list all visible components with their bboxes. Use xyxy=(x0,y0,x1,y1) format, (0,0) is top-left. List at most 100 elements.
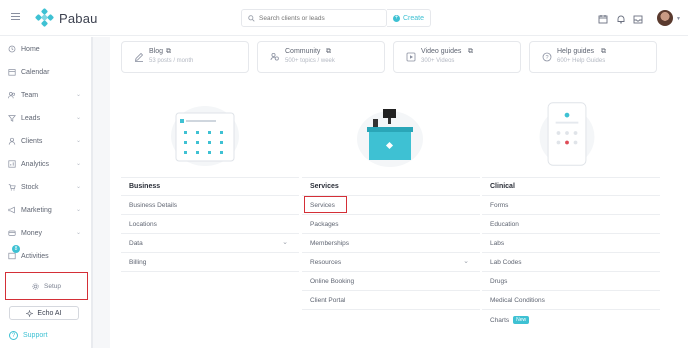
sidebar-item-clients[interactable]: Clients ⌄ xyxy=(0,134,91,148)
create-label: Create xyxy=(402,14,424,22)
sidebar-item-money[interactable]: Money ⌄ xyxy=(0,226,91,240)
sidebar-item-label: Calendar xyxy=(21,68,50,76)
user-avatar[interactable] xyxy=(657,10,673,26)
support-label: Support xyxy=(23,332,48,339)
menu-item-packages[interactable]: Packages xyxy=(302,215,480,234)
sidebar-item-leads[interactable]: Leads ⌄ xyxy=(0,111,91,125)
community-card[interactable]: Community ⧉ 500+ topics / week xyxy=(257,41,385,73)
sidebar-item-calendar[interactable]: Calendar xyxy=(0,65,91,79)
pabau-logo-icon xyxy=(34,7,55,28)
stock-icon xyxy=(8,183,16,191)
menu-item-client-portal[interactable]: Client Portal xyxy=(302,291,480,310)
pencil-icon xyxy=(134,52,144,62)
menu-item-online-booking[interactable]: Online Booking xyxy=(302,272,480,291)
menu-item-labs[interactable]: Labs xyxy=(482,234,660,253)
sidebar-item-stock[interactable]: Stock ⌄ xyxy=(0,180,91,194)
section-title: Services xyxy=(302,177,480,196)
card-subtitle: 600+ Help Guides xyxy=(557,58,606,64)
menu-item-medical-conditions[interactable]: Medical Conditions xyxy=(482,291,660,310)
business-illustration xyxy=(171,106,239,166)
sidebar-item-label: Clients xyxy=(21,137,43,145)
menu-item-locations[interactable]: Locations xyxy=(121,215,299,234)
inbox-icon[interactable] xyxy=(633,14,643,24)
section-title: Business xyxy=(121,177,299,196)
sidebar-item-label: Stock xyxy=(21,183,39,191)
svg-text:?: ? xyxy=(545,55,548,61)
leads-icon xyxy=(8,114,16,122)
chevron-down-icon[interactable]: ⌄ xyxy=(76,206,81,213)
brand-name: Pabau xyxy=(59,10,98,26)
help-circle-icon: ? xyxy=(9,331,18,340)
sidebar-item-home[interactable]: Home xyxy=(0,42,91,56)
clinical-illustration xyxy=(539,102,595,166)
menu-item-forms[interactable]: Forms xyxy=(482,196,660,215)
menu-item-business-details[interactable]: Business Details xyxy=(121,196,299,215)
search-icon xyxy=(248,14,255,22)
caret-down-icon[interactable]: ▼ xyxy=(676,16,681,22)
sidebar-item-label: Home xyxy=(21,45,40,53)
support-link[interactable]: ? Support xyxy=(9,331,48,340)
menu-item-drugs[interactable]: Drugs xyxy=(482,272,660,291)
chevron-down-icon[interactable]: ⌄ xyxy=(76,183,81,190)
chevron-down-icon[interactable]: ⌄ xyxy=(76,229,81,236)
card-title: Blog xyxy=(149,48,164,55)
sidebar-item-label: Marketing xyxy=(21,206,52,214)
video-icon xyxy=(406,52,416,62)
card-title: Help guides xyxy=(557,48,594,55)
sidebar-item-label: Activities xyxy=(21,252,49,260)
new-badge: New xyxy=(513,316,530,324)
card-title: Community xyxy=(285,48,321,55)
logo[interactable]: Pabau xyxy=(34,7,98,28)
menu-item-charts[interactable]: Charts New xyxy=(482,310,660,329)
card-title: Video guides xyxy=(421,48,462,55)
section-title: Clinical xyxy=(482,177,660,196)
create-button[interactable]: + Create xyxy=(387,9,431,27)
business-section: Business Business Details Locations Data… xyxy=(121,177,299,272)
chevron-down-icon[interactable]: ⌄ xyxy=(282,238,288,246)
marketing-icon xyxy=(8,206,16,214)
blog-card[interactable]: Blog ⧉ 53 posts / month xyxy=(121,41,249,73)
help-guides-card[interactable]: ? Help guides ⧉ 600+ Help Guides xyxy=(529,41,657,73)
sidebar-item-marketing[interactable]: Marketing ⌄ xyxy=(0,203,91,217)
menu-item-lab-codes[interactable]: Lab Codes xyxy=(482,253,660,272)
chevron-down-icon[interactable]: ⌄ xyxy=(76,114,81,121)
menu-item-billing[interactable]: Billing xyxy=(121,253,299,272)
card-subtitle: 300+ Videos xyxy=(421,58,455,64)
services-illustration xyxy=(357,109,423,167)
home-icon xyxy=(8,45,16,53)
bell-icon[interactable] xyxy=(616,14,626,24)
chevron-down-icon[interactable]: ⌄ xyxy=(463,257,469,265)
clients-icon xyxy=(8,137,16,145)
echo-ai-label: Echo AI xyxy=(37,309,62,317)
activities-icon xyxy=(8,252,16,260)
sidebar-divider xyxy=(93,37,110,348)
external-link-icon: ⧉ xyxy=(326,48,331,55)
external-link-icon: ⧉ xyxy=(166,48,171,55)
help-icon: ? xyxy=(542,52,552,62)
activities-count-badge: 8 xyxy=(12,245,20,253)
sidebar-item-setup[interactable]: Setup xyxy=(5,272,88,300)
menu-item-data[interactable]: Data ⌄ xyxy=(121,234,299,253)
analytics-icon xyxy=(8,160,16,168)
chevron-down-icon[interactable]: ⌄ xyxy=(76,137,81,144)
external-link-icon: ⧉ xyxy=(468,48,473,55)
sidebar-item-analytics[interactable]: Analytics ⌄ xyxy=(0,157,91,171)
card-subtitle: 53 posts / month xyxy=(149,58,194,64)
sidebar: Home Calendar Team ⌄ Leads ⌄ Clients ⌄ A… xyxy=(0,37,93,348)
video-guides-card[interactable]: Video guides ⧉ 300+ Videos xyxy=(393,41,521,73)
menu-icon[interactable] xyxy=(11,13,20,21)
menu-item-education[interactable]: Education xyxy=(482,215,660,234)
card-subtitle: 500+ topics / week xyxy=(285,58,335,64)
search-box[interactable] xyxy=(241,9,387,27)
menu-item-resources[interactable]: Resources ⌄ xyxy=(302,253,480,272)
chevron-down-icon[interactable]: ⌄ xyxy=(76,160,81,167)
calendar-icon[interactable] xyxy=(598,14,608,24)
services-highlight xyxy=(304,196,347,213)
menu-item-memberships[interactable]: Memberships xyxy=(302,234,480,253)
search-input[interactable] xyxy=(259,14,379,22)
external-link-icon: ⧉ xyxy=(601,48,606,55)
chevron-down-icon[interactable]: ⌄ xyxy=(76,91,81,98)
money-icon xyxy=(8,229,16,237)
sidebar-item-team[interactable]: Team ⌄ xyxy=(0,88,91,102)
echo-ai-button[interactable]: Echo AI xyxy=(9,306,79,320)
